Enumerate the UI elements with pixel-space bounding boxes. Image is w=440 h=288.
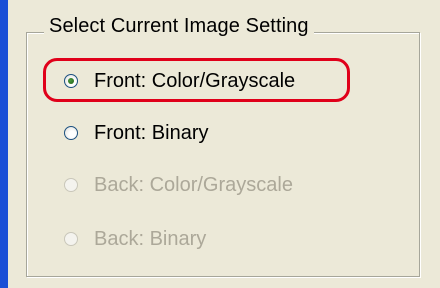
option-label: Front: Binary bbox=[94, 121, 209, 144]
radio-disabled-icon bbox=[64, 232, 78, 246]
option-back-color-grayscale: Back: Color/Grayscale bbox=[64, 170, 293, 200]
option-label: Back: Color/Grayscale bbox=[94, 173, 293, 196]
radio-unchecked-icon[interactable] bbox=[64, 126, 78, 140]
radio-disabled-icon bbox=[64, 178, 78, 192]
groupbox-title: Select Current Image Setting bbox=[44, 15, 314, 38]
option-back-binary: Back: Binary bbox=[64, 224, 206, 254]
highlight-outline bbox=[43, 58, 350, 102]
option-front-binary[interactable]: Front: Binary bbox=[64, 118, 208, 148]
window-edge-bar bbox=[0, 0, 8, 288]
option-label: Back: Binary bbox=[94, 227, 207, 250]
